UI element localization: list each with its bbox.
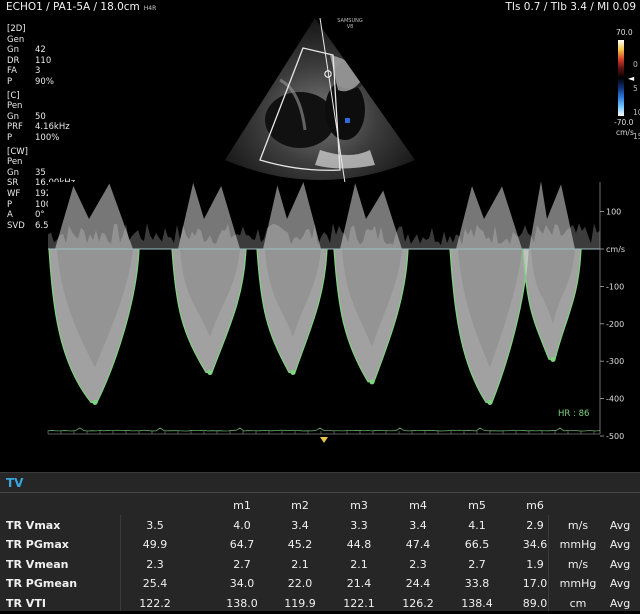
measurement-value: 1.9 <box>510 558 560 571</box>
results-table: m1 m2 m3 m4 m5 m6 TR Vmax 3.5 4.0 3.4 3.3 3.4 4.1 2.9… <box>0 497 640 614</box>
measurement-average-value: 122.2 <box>130 597 180 610</box>
brand-logo-model: V8 <box>347 24 354 30</box>
measurement-label: TR VTI <box>6 597 46 610</box>
measure-column-header[interactable]: m4 <box>393 499 443 512</box>
measurement-stat: Avg <box>605 538 635 551</box>
measurement-stat: Avg <box>605 577 635 590</box>
measurement-value: 119.9 <box>275 597 325 610</box>
measurement-stat: Avg <box>605 519 635 532</box>
measurement-value: 34.0 <box>217 577 267 590</box>
measurement-value: 3.4 <box>275 519 325 532</box>
peak-velocity-marker <box>487 400 492 405</box>
measurement-value: 122.1 <box>334 597 384 610</box>
peak-velocity-marker <box>369 379 374 384</box>
measure-column-header[interactable]: m3 <box>334 499 384 512</box>
measurement-unit: mmHg <box>558 538 598 551</box>
measurement-value: 138.0 <box>217 597 267 610</box>
measure-column-header[interactable]: m1 <box>217 499 267 512</box>
measurement-row[interactable]: TR PGmax 49.9 64.7 45.2 44.8 47.4 66.5 34.6mmHg… <box>0 536 640 556</box>
measurement-average-value: 49.9 <box>130 538 180 551</box>
cw-doppler-spectrum: 100 cm/s -100 -200 -300 -400 -500 HR : 86 <box>0 182 640 444</box>
measurement-label: TR PGmax <box>6 538 69 551</box>
measurement-value: 2.7 <box>217 558 267 571</box>
measurement-value: 3.3 <box>334 519 384 532</box>
measurement-value: 2.1 <box>275 558 325 571</box>
measurement-value: 2.7 <box>452 558 502 571</box>
measurement-label: TR PGmean <box>6 577 77 590</box>
measurement-row[interactable]: TR Vmax 3.5 4.0 3.4 3.3 3.4 4.1 2.9m/s Avg <box>0 517 640 537</box>
measurement-row[interactable]: TR Vmean 2.3 2.7 2.1 2.1 2.3 2.7 1.9m/s Avg <box>0 556 640 576</box>
measurement-label: TR Vmean <box>6 558 69 571</box>
color-bar-top: 70.0 <box>616 28 633 37</box>
measurement-unit: mmHg <box>558 577 598 590</box>
measurement-average-value: 25.4 <box>130 577 180 590</box>
measurement-results-panel: TV m1 m2 m3 m4 m5 m6 TR Vmax 3.5 4.0 3.4 3.3 3.4 4.1… <box>0 472 640 611</box>
measurement-unit: cm <box>558 597 598 610</box>
measurement-value: 47.4 <box>393 538 443 551</box>
velocity-tick-label: -500 <box>606 432 624 441</box>
measurement-value: 4.0 <box>217 519 267 532</box>
measurement-value: 126.2 <box>393 597 443 610</box>
velocity-tick-label: -300 <box>606 357 624 366</box>
measurement-value: 45.2 <box>275 538 325 551</box>
velocity-tick-label: -400 <box>606 395 624 404</box>
measurement-value: 64.7 <box>217 538 267 551</box>
measurement-average-value: 3.5 <box>130 519 180 532</box>
depth-tick-label: 0 <box>633 60 638 69</box>
measurement-value: 4.1 <box>452 519 502 532</box>
measurement-unit: m/s <box>558 558 598 571</box>
measurement-value: 2.9 <box>510 519 560 532</box>
results-divider <box>0 492 640 493</box>
measurement-value: 2.1 <box>334 558 384 571</box>
measure-column-header[interactable]: m6 <box>510 499 560 512</box>
measure-column-header[interactable]: m2 <box>275 499 325 512</box>
measurement-value: 21.4 <box>334 577 384 590</box>
timeline-marker-icon[interactable] <box>320 437 328 443</box>
measurement-value: 66.5 <box>452 538 502 551</box>
color-bar-unit: cm/s <box>616 128 634 137</box>
measurement-value: 138.4 <box>452 597 502 610</box>
measurement-value: 17.0 <box>510 577 560 590</box>
measurement-value: 34.6 <box>510 538 560 551</box>
depth-tick-label: 15 <box>633 132 640 141</box>
measurement-value: 44.8 <box>334 538 384 551</box>
column-separator <box>548 515 549 611</box>
measurement-value: 33.8 <box>452 577 502 590</box>
measurement-value: 3.4 <box>393 519 443 532</box>
velocity-tick-label: -200 <box>606 320 624 329</box>
peak-velocity-marker <box>92 400 97 405</box>
measurement-value: 22.0 <box>275 577 325 590</box>
results-title: TV <box>6 476 23 490</box>
color-bar-bottom: -70.0 <box>614 118 633 127</box>
baseline-arrow-icon: ◄ <box>628 74 634 83</box>
measurement-row[interactable]: TR VTI 122.2 138.0 119.9 122.1 126.2 138.4 89.0… <box>0 595 640 614</box>
velocity-tick-label: 100 <box>606 208 621 217</box>
measurement-value: 24.4 <box>393 577 443 590</box>
depth-tick-label: 10 <box>633 108 640 117</box>
measurement-unit: m/s <box>558 519 598 532</box>
velocity-tick-label: -100 <box>606 282 624 291</box>
measurement-row[interactable]: TR PGmean 25.4 34.0 22.0 21.4 24.4 33.8 17.0mmH… <box>0 575 640 595</box>
velocity-tick-label: cm/s <box>606 245 625 254</box>
measurement-label: TR Vmax <box>6 519 60 532</box>
color-bar-positive <box>618 40 624 78</box>
heart-rate-readout: HR : 86 <box>558 409 589 419</box>
peak-velocity-marker <box>207 370 212 375</box>
measurement-stat: Avg <box>605 558 635 571</box>
results-header-row: m1 m2 m3 m4 m5 m6 <box>0 497 640 517</box>
measurement-value: 2.3 <box>393 558 443 571</box>
color-bar-negative <box>618 78 624 116</box>
echo-2d-sector-image: SAMSUNG V8 <box>0 0 640 185</box>
peak-velocity-marker <box>550 357 555 362</box>
depth-tick-label: 5 <box>633 84 638 93</box>
measurement-value: 89.0 <box>510 597 560 610</box>
measure-column-header[interactable]: m5 <box>452 499 502 512</box>
column-separator <box>120 515 121 611</box>
measurement-average-value: 2.3 <box>130 558 180 571</box>
peak-velocity-marker <box>290 370 295 375</box>
measurement-stat: Avg <box>605 597 635 610</box>
